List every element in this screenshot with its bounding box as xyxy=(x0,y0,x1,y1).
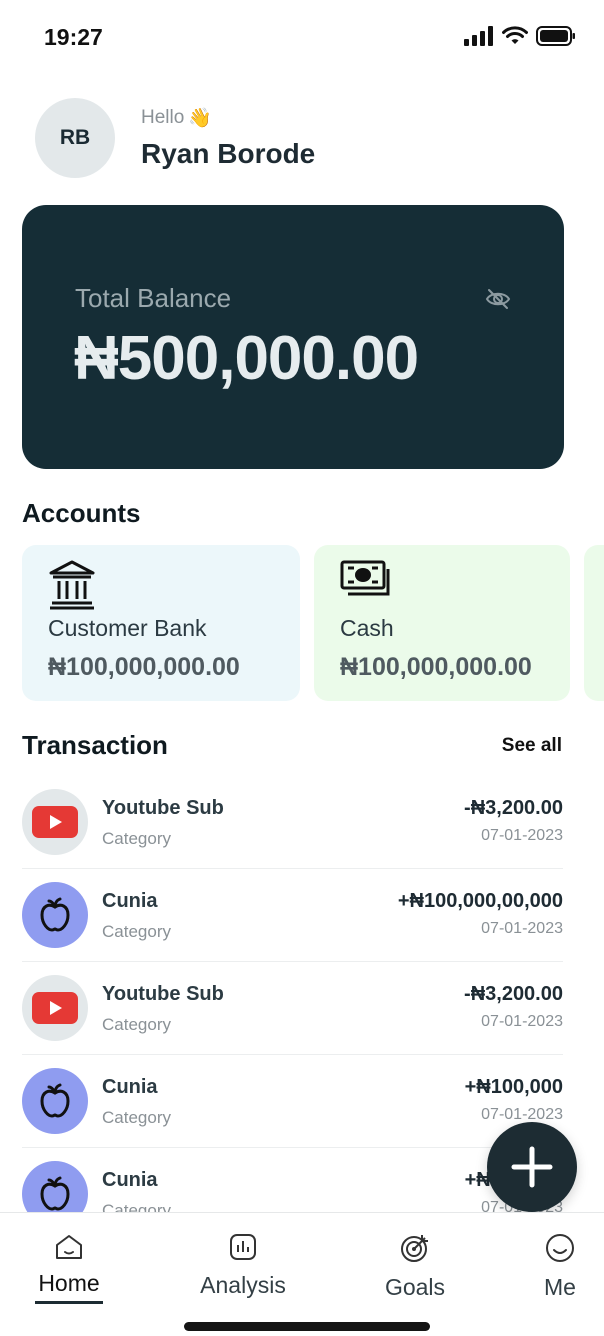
nav-goals-label: Goals xyxy=(384,1274,446,1300)
accounts-title: Accounts xyxy=(22,498,141,528)
transaction-name: Cunia xyxy=(102,890,158,912)
signal-icon xyxy=(464,26,493,46)
bottom-nav: Home Analysis Goals Me xyxy=(0,1212,604,1336)
cash-icon xyxy=(340,560,390,596)
transaction-list: Youtube Sub Category -₦3,200.00 07-01-20… xyxy=(22,776,563,1212)
greeting-text: Hello 👋 Ryan Borode xyxy=(141,106,315,170)
transaction-name: Cunia xyxy=(102,1169,158,1191)
apple-icon xyxy=(22,1161,88,1212)
nav-home-label: Home xyxy=(38,1270,100,1296)
nav-home[interactable]: Home xyxy=(34,1233,104,1304)
hello-line: Hello 👋 xyxy=(141,106,315,130)
transaction-date: 07-01-2023 xyxy=(481,920,563,937)
account-card-customer-bank[interactable]: Customer Bank ₦100,000,000.00 xyxy=(22,545,300,701)
add-transaction-button[interactable] xyxy=(487,1122,577,1212)
balance-label: Total Balance xyxy=(75,283,232,313)
transaction-name: Youtube Sub xyxy=(102,797,224,819)
transaction-date: 07-01-2023 xyxy=(481,1013,563,1030)
transaction-row[interactable]: Cunia Category +₦100,000,00,000 07-01-20… xyxy=(22,869,563,962)
transaction-amount: +₦100,000,00,000 xyxy=(397,890,563,912)
status-icons xyxy=(464,26,576,46)
transaction-category: Category xyxy=(102,922,171,941)
transaction-title: Transaction xyxy=(22,730,168,760)
status-time: 19:27 xyxy=(44,24,103,50)
transaction-name: Youtube Sub xyxy=(102,983,224,1005)
account-card-cash[interactable]: Cash ₦100,000,000.00 xyxy=(314,545,570,701)
transaction-amount: -₦3,200.00 xyxy=(464,983,563,1005)
see-all-link[interactable]: See all xyxy=(502,735,562,757)
transaction-date: 07-01-2023 xyxy=(481,827,563,844)
active-tab-indicator xyxy=(35,1301,103,1304)
apple-icon xyxy=(22,882,88,948)
avatar[interactable]: RB xyxy=(35,98,115,178)
hello-label: Hello xyxy=(141,107,185,128)
transaction-name: Cunia xyxy=(102,1076,158,1098)
target-icon xyxy=(401,1235,428,1262)
avatar-initials: RB xyxy=(59,126,91,149)
transaction-amount: -₦3,200.00 xyxy=(464,797,563,819)
eye-slash-icon[interactable] xyxy=(484,285,512,313)
account-amount: ₦100,000,000.00 xyxy=(48,653,240,681)
nav-me[interactable]: Me xyxy=(538,1233,582,1301)
transaction-row[interactable]: Cunia Category +₦100,000 07-01-2023 xyxy=(22,1055,563,1148)
nav-analysis-label: Analysis xyxy=(200,1272,286,1298)
transaction-category: Category xyxy=(102,1201,171,1212)
transaction-row[interactable]: Youtube Sub Category -₦3,200.00 07-01-20… xyxy=(22,776,563,869)
home-icon xyxy=(56,1235,82,1259)
home-indicator xyxy=(184,1322,430,1331)
account-amount: ₦100,000,000.00 xyxy=(340,653,532,681)
wifi-icon xyxy=(502,26,528,44)
youtube-icon xyxy=(22,975,88,1041)
nav-goals[interactable]: Goals xyxy=(380,1233,450,1301)
user-name: Ryan Borode xyxy=(141,138,316,169)
balance-amount: ₦500,000.00 xyxy=(74,324,419,393)
wave-emoji: 👋 xyxy=(188,108,212,129)
bank-icon xyxy=(49,560,95,610)
transaction-date: 07-01-2023 xyxy=(481,1106,563,1123)
transaction-amount: +₦100,000 xyxy=(464,1076,563,1098)
account-name: Cash xyxy=(340,615,394,641)
account-card-partial[interactable] xyxy=(584,545,604,701)
battery-icon xyxy=(536,26,575,46)
nav-me-label: Me xyxy=(544,1274,576,1300)
status-bar: 19:27 xyxy=(0,0,604,78)
greeting-header: RB Hello 👋 Ryan Borode xyxy=(35,98,315,178)
plus-icon xyxy=(511,1146,553,1188)
transaction-row[interactable]: Cunia Category +₦100,000 07-01-2023 xyxy=(22,1148,563,1212)
apple-icon xyxy=(22,1068,88,1134)
total-balance-card: Total Balance ₦500,000.00 xyxy=(22,205,564,469)
transaction-category: Category xyxy=(102,1015,171,1034)
transaction-category: Category xyxy=(102,1108,171,1127)
nav-analysis[interactable]: Analysis xyxy=(196,1233,290,1299)
smile-icon xyxy=(546,1234,574,1262)
youtube-icon xyxy=(22,789,88,855)
transaction-row[interactable]: Youtube Sub Category -₦3,200.00 07-01-20… xyxy=(22,962,563,1055)
transaction-category: Category xyxy=(102,829,171,848)
account-name: Customer Bank xyxy=(48,615,207,641)
analysis-icon xyxy=(230,1234,256,1260)
